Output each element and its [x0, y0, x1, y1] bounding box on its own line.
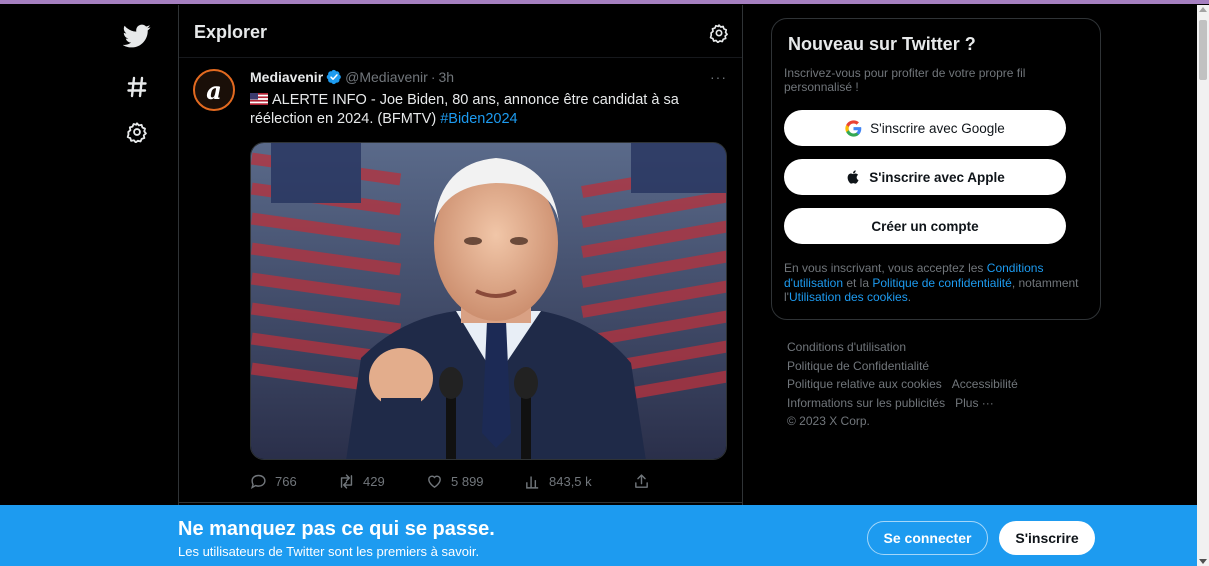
tweet-photo[interactable]: [250, 142, 727, 460]
heart-icon: [428, 475, 441, 489]
retweet-icon: [340, 474, 353, 489]
page-scrollbar[interactable]: [1197, 5, 1209, 566]
header-divider: [179, 57, 742, 58]
signup-card: Nouveau sur Twitter ? Inscrivez-vous pou…: [771, 18, 1101, 320]
views-button[interactable]: 843,5 k: [524, 473, 592, 490]
left-nav: [110, 5, 178, 505]
signup-legal-text: En vous inscrivant, vous acceptez les Co…: [784, 261, 1084, 305]
reply-button[interactable]: 766: [250, 473, 297, 490]
tweet-divider: [179, 502, 742, 503]
footer-more-link[interactable]: Plus ···: [955, 396, 994, 410]
signup-button[interactable]: S'inscrire: [999, 521, 1095, 555]
legal-prefix: En vous inscrivant, vous acceptez les: [784, 261, 984, 275]
bar-chart-icon: [526, 476, 539, 489]
legal-and: et la: [846, 275, 870, 290]
signup-title: Nouveau sur Twitter ?: [788, 34, 976, 54]
like-button[interactable]: 5 899: [426, 473, 484, 490]
verified-badge-icon: [326, 69, 342, 85]
column-divider: [742, 5, 743, 505]
create-account-button[interactable]: Créer un compte: [784, 208, 1066, 244]
footer-accessibility-link[interactable]: Accessibilité: [952, 377, 1018, 391]
author-handle[interactable]: @Mediavenir: [345, 69, 428, 85]
tweet-header: Mediavenir @Mediavenir · 3h: [250, 69, 454, 85]
google-logo-icon: [845, 119, 862, 137]
page-title: Explorer: [194, 22, 268, 42]
footer-terms-link[interactable]: Conditions d'utilisation: [787, 340, 906, 354]
create-account-label: Créer un compte: [871, 218, 979, 234]
scroll-thumb[interactable]: [1199, 20, 1207, 80]
retweet-count: 429: [363, 474, 385, 489]
like-count: 5 899: [451, 474, 484, 489]
google-signup-label: S'inscrire avec Google: [870, 120, 1005, 136]
apple-signup-label: S'inscrire avec Apple: [869, 169, 1005, 185]
reply-count: 766: [275, 474, 297, 489]
scroll-up-arrow-icon[interactable]: [1199, 7, 1207, 12]
photo-speaker-at-podium: [251, 143, 726, 459]
share-icon: [635, 474, 648, 488]
privacy-link[interactable]: Politique de confidentialité: [872, 276, 1011, 290]
views-count: 843,5 k: [549, 474, 592, 489]
us-flag-icon: [250, 92, 268, 105]
hashtag-icon[interactable]: [122, 72, 152, 102]
author-name[interactable]: Mediavenir: [250, 69, 323, 85]
scroll-down-arrow-icon[interactable]: [1199, 559, 1207, 564]
settings-gear-icon[interactable]: [709, 23, 729, 44]
bottom-signup-banner: Ne manquez pas ce qui se passe. Les util…: [0, 505, 1197, 566]
header-separator: ·: [430, 69, 436, 85]
settings-gear-icon[interactable]: [122, 117, 152, 147]
twitter-logo-icon[interactable]: [122, 21, 152, 51]
login-button[interactable]: Se connecter: [867, 521, 988, 555]
tweet-actions: 766 429 5 899 843,5 k: [250, 473, 650, 491]
avatar[interactable]: a: [193, 69, 235, 111]
banner-title: Ne manquez pas ce qui se passe.: [178, 518, 495, 540]
share-button[interactable]: [633, 473, 650, 490]
legal-end: .: [907, 290, 912, 304]
footer-links: Conditions d'utilisation Politique de Co…: [787, 338, 1087, 431]
reply-icon: [250, 474, 266, 490]
hashtag-link[interactable]: #Biden2024: [440, 111, 517, 127]
apple-logo-icon: [847, 170, 859, 184]
google-signup-button[interactable]: S'inscrire avec Google: [784, 110, 1066, 146]
tweet-timestamp[interactable]: 3h: [439, 69, 455, 85]
retweet-button[interactable]: 429: [338, 473, 385, 490]
apple-signup-button[interactable]: S'inscrire avec Apple: [784, 159, 1066, 195]
signup-subtitle: Inscrivez-vous pour profiter de votre pr…: [784, 66, 1026, 94]
footer-ads-link[interactable]: Informations sur les publicités: [787, 396, 945, 410]
footer-cookies-link[interactable]: Politique relative aux cookies: [787, 377, 942, 391]
banner-subtitle: Les utilisateurs de Twitter sont les pre…: [178, 544, 480, 559]
avatar-logo-icon: a: [206, 75, 222, 105]
main-column: Explorer a Mediavenir @Mediavenir · 3h ·…: [179, 5, 742, 505]
footer-copyright: © 2023 X Corp.: [787, 414, 870, 428]
cookies-link[interactable]: Utilisation des cookies: [789, 290, 908, 304]
tweet-text: ALERTE INFO - Joe Biden, 80 ans, annonce…: [250, 91, 720, 129]
more-options-icon[interactable]: ···: [710, 69, 727, 85]
footer-privacy-link[interactable]: Politique de Confidentialité: [787, 359, 929, 373]
